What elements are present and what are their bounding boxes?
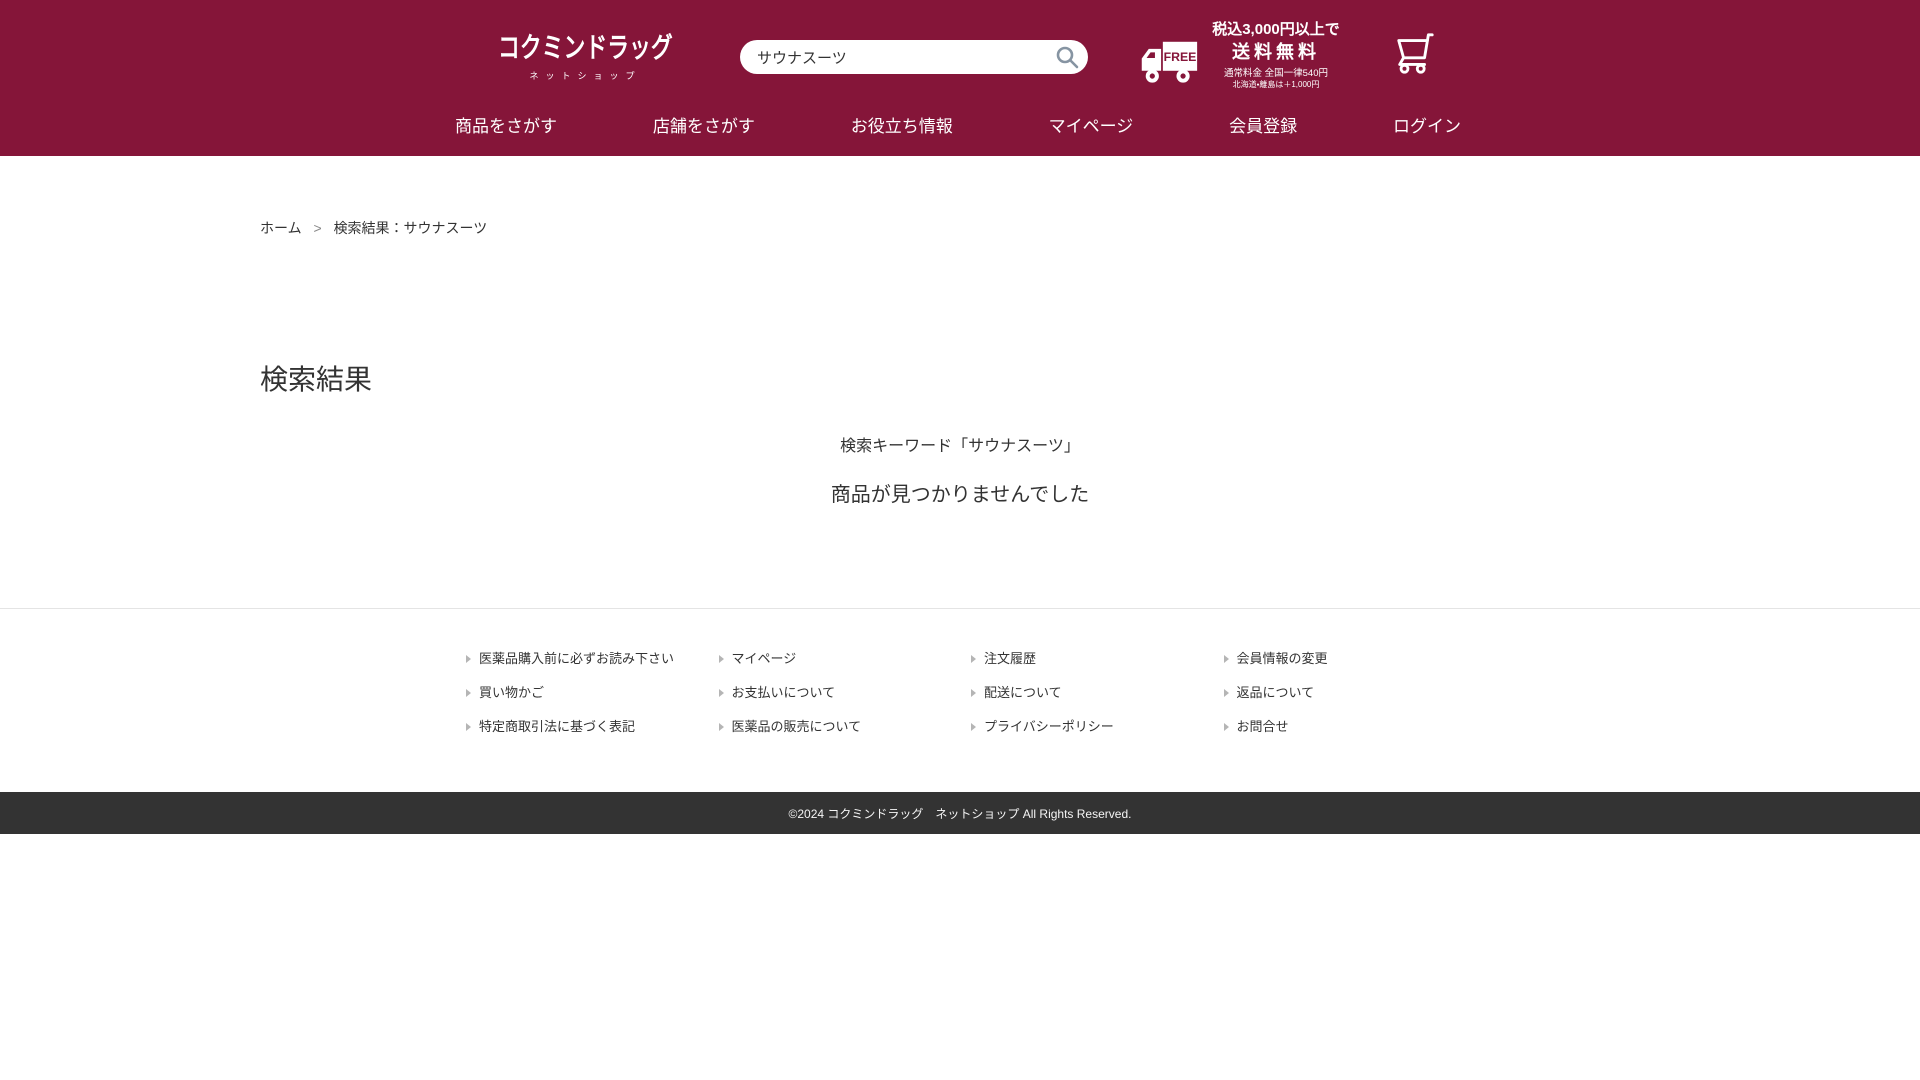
footer-link-label: 特定商取引法に基づく表記 — [479, 719, 635, 734]
site-logo-subtext: ネットショップ — [498, 69, 666, 82]
footer-links-section: 医薬品購入前に必ずお読み下さい 買い物かご 特定商取引法に基づく表記 マイページ… — [0, 608, 1920, 792]
footer-link-label: 医薬品購入前に必ずお読み下さい — [479, 651, 674, 666]
arrow-right-icon — [719, 723, 724, 731]
page-title: 検索結果 — [260, 363, 1660, 397]
footer-link-cart[interactable]: 買い物かご — [466, 685, 719, 700]
breadcrumb-home-link[interactable]: ホーム — [260, 220, 302, 236]
search-input[interactable] — [740, 40, 1088, 74]
shopping-cart-icon — [1392, 61, 1438, 78]
copyright-text: ©2024 コクミンドラッグ ネットショップ All Rights Reserv… — [789, 805, 1132, 822]
search-icon — [1054, 58, 1080, 73]
breadcrumb-separator: > — [313, 220, 321, 236]
free-shipping-banner: FREE 税込3,000円以上で 送料無料 通常料金 全国一律540円 北海道・… — [1140, 20, 1346, 91]
site-logo[interactable]: コクミンドラッグ ネットショップ — [498, 26, 722, 82]
footer-link-contact[interactable]: お問合せ — [1224, 719, 1477, 734]
nav-item-info[interactable]: お役立ち情報 — [851, 117, 953, 137]
search-keyword-text: 検索キーワード「サウナスーツ」 — [260, 437, 1660, 457]
footer-link-label: プライバシーポリシー — [984, 719, 1114, 734]
breadcrumb-current: 検索結果：サウナスーツ — [334, 220, 488, 236]
arrow-right-icon — [971, 723, 976, 731]
footer-link-payment[interactable]: お支払いについて — [719, 685, 972, 700]
footer-link-returns[interactable]: 返品について — [1224, 685, 1477, 700]
footer-link-mypage[interactable]: マイページ — [719, 651, 972, 666]
footer-link-label: 会員情報の変更 — [1237, 651, 1328, 666]
footer-link-label: 注文履歴 — [984, 651, 1036, 666]
nav-item-login[interactable]: ログイン — [1393, 117, 1461, 137]
footer-link-order-history[interactable]: 注文履歴 — [971, 651, 1224, 666]
svg-text:FREE: FREE — [1164, 50, 1197, 64]
arrow-right-icon — [971, 655, 976, 663]
nav-item-mypage[interactable]: マイページ — [1049, 117, 1134, 137]
footer-column-2: マイページ お支払いについて 医薬品の販売について — [719, 651, 972, 753]
footer-link-medicine-sales[interactable]: 医薬品の販売について — [719, 719, 972, 734]
footer-link-label: 医薬品の販売について — [732, 719, 862, 734]
cart-button[interactable] — [1392, 32, 1438, 79]
footer-link-delivery[interactable]: 配送について — [971, 685, 1224, 700]
no-results-message: 商品が見つかりませんでした — [260, 483, 1660, 507]
arrow-right-icon — [466, 723, 471, 731]
footer-link-commercial-law[interactable]: 特定商取引法に基づく表記 — [466, 719, 719, 734]
footer-link-label: 配送について — [984, 685, 1062, 700]
arrow-right-icon — [719, 655, 724, 663]
footer-link-member-info[interactable]: 会員情報の変更 — [1224, 651, 1477, 666]
copyright-bar: ©2024 コクミンドラッグ ネットショップ All Rights Reserv… — [0, 792, 1920, 834]
footer-column-4: 会員情報の変更 返品について お問合せ — [1224, 651, 1477, 753]
breadcrumb: ホーム > 検索結果：サウナスーツ — [260, 220, 1660, 237]
footer-link-label: 買い物かご — [479, 685, 544, 700]
search-button[interactable] — [1054, 44, 1080, 70]
nav-item-stores[interactable]: 店舗をさがす — [653, 117, 755, 137]
arrow-right-icon — [466, 655, 471, 663]
footer-column-3: 注文履歴 配送について プライバシーポリシー — [971, 651, 1224, 753]
site-header: コクミンドラッグ ネットショップ FREE — [0, 0, 1920, 156]
arrow-right-icon — [1224, 723, 1229, 731]
shipping-free-label: 送料無料 — [1206, 41, 1346, 64]
delivery-truck-icon: FREE — [1140, 38, 1198, 91]
nav-item-products[interactable]: 商品をさがす — [455, 117, 557, 137]
site-logo-text: コクミンドラッグ — [498, 26, 673, 66]
footer-link-medicine-notice[interactable]: 医薬品購入前に必ずお読み下さい — [466, 651, 719, 666]
arrow-right-icon — [466, 689, 471, 697]
footer-column-1: 医薬品購入前に必ずお読み下さい 買い物かご 特定商取引法に基づく表記 — [466, 651, 719, 753]
footer-link-label: マイページ — [732, 651, 797, 666]
shipping-condition: 税込3,000円以上で — [1206, 20, 1346, 39]
nav-item-register[interactable]: 会員登録 — [1229, 117, 1297, 137]
arrow-right-icon — [1224, 655, 1229, 663]
arrow-right-icon — [1224, 689, 1229, 697]
shipping-remote-fee: 北海道・離島は＋1,000円 — [1206, 80, 1346, 90]
main-content: ホーム > 検索結果：サウナスーツ 検索結果 検索キーワード「サウナスーツ」 商… — [0, 156, 1920, 608]
footer-link-label: お支払いについて — [732, 685, 836, 700]
shipping-normal-fee: 通常料金 全国一律540円 — [1206, 68, 1346, 80]
arrow-right-icon — [971, 689, 976, 697]
footer-link-label: お問合せ — [1237, 719, 1289, 734]
footer-link-privacy-policy[interactable]: プライバシーポリシー — [971, 719, 1224, 734]
search-box — [740, 40, 1088, 74]
arrow-right-icon — [719, 689, 724, 697]
main-nav: 商品をさがす 店舗をさがす お役立ち情報 マイページ 会員登録 ログイン — [455, 117, 1461, 137]
footer-link-label: 返品について — [1237, 685, 1315, 700]
free-shipping-text: 税込3,000円以上で 送料無料 通常料金 全国一律540円 北海道・離島は＋1… — [1206, 20, 1346, 90]
